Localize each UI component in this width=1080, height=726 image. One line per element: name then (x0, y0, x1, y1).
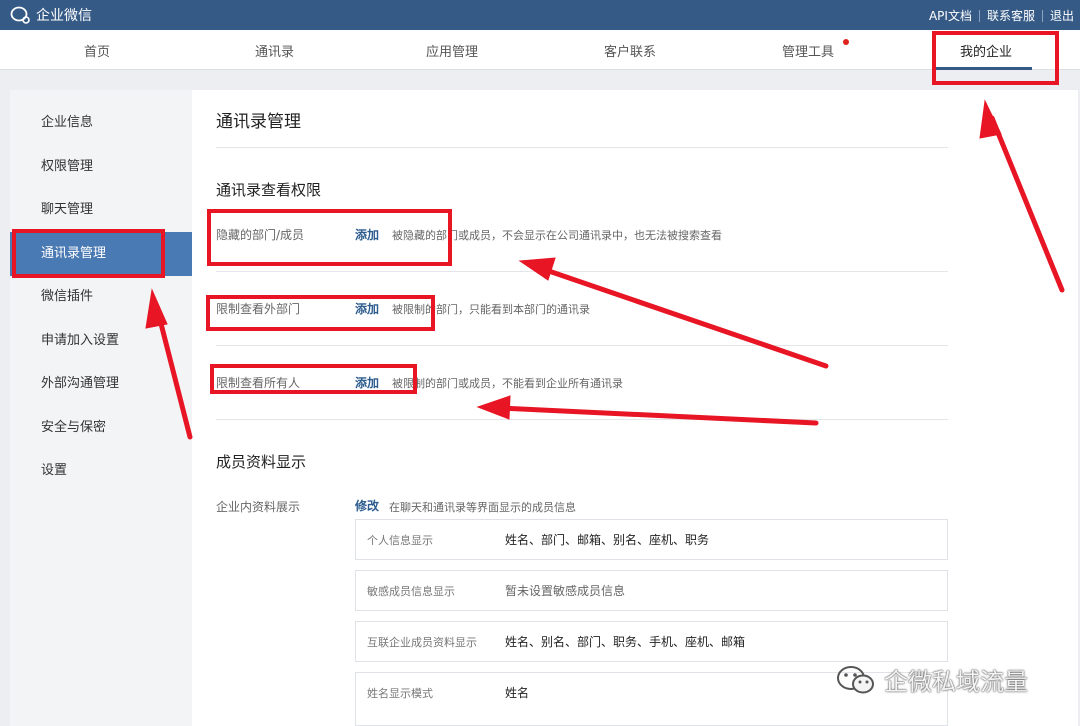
divider (1041, 9, 1043, 22)
top-links: API文档 联系客服 退出 (929, 7, 1074, 24)
sidebar-item-settings[interactable]: 设置 (10, 449, 192, 493)
api-docs-link[interactable]: API文档 (929, 7, 972, 24)
logout-link[interactable]: 退出 (1050, 7, 1074, 24)
nav-home[interactable]: 首页 (84, 41, 110, 60)
divider (216, 147, 948, 148)
section-title-view-permissions: 通讯录查看权限 (216, 181, 322, 199)
row-desc-restrict-all: 被限制的部门或成员，不能看到企业所有通讯录 (392, 377, 623, 390)
annotation-box-my-company (932, 31, 1059, 85)
annotation-box-restrict-all (210, 364, 417, 394)
edit-profile-display-button[interactable]: 修改 (355, 497, 379, 514)
nav-apps[interactable]: 应用管理 (426, 41, 478, 60)
sidebar-item-permissions[interactable]: 权限管理 (10, 145, 192, 189)
info-value: 暂未设置敏感成员信息 (505, 584, 626, 598)
divider (216, 419, 948, 420)
row-desc-internal-profile: 在聊天和通讯录等界面显示的成员信息 (389, 501, 576, 514)
divider (978, 9, 980, 22)
row-label-internal-profile: 企业内资料展示 (216, 500, 301, 514)
info-box-personal-info: 个人信息显示 姓名、部门、邮箱、别名、座机、职务 (355, 519, 948, 560)
info-value: 姓名、别名、部门、职务、手机、座机、邮箱 (505, 635, 746, 649)
divider (216, 345, 948, 346)
sidebar-item-chat-management[interactable]: 聊天管理 (10, 188, 192, 232)
page-title: 通讯录管理 (216, 112, 301, 132)
sidebar-item-join-settings[interactable]: 申请加入设置 (10, 319, 192, 363)
main-nav: 首页 通讯录 应用管理 客户联系 管理工具 我的企业 (0, 30, 1080, 70)
annotation-box-restrict-other-depts (206, 295, 435, 331)
app-title: 企业微信 (36, 8, 92, 24)
top-bar: 企业微信 API文档 联系客服 退出 (0, 0, 1080, 30)
info-box-sensitive-info: 敏感成员信息显示 暂未设置敏感成员信息 (355, 570, 948, 611)
annotation-box-hidden-members (207, 209, 452, 266)
info-key: 个人信息显示 (367, 534, 433, 547)
info-value: 姓名 (505, 686, 530, 700)
wechat-logo-icon (837, 665, 874, 693)
nav-customer-contact[interactable]: 客户联系 (604, 41, 656, 60)
wecom-logo-icon (10, 6, 30, 24)
sidebar-item-company-info[interactable]: 企业信息 (10, 101, 192, 145)
info-key: 敏感成员信息显示 (367, 585, 455, 598)
annotation-box-contacts-management (12, 229, 165, 278)
watermark: 企微私域流量 (836, 662, 1028, 697)
divider (216, 271, 948, 272)
sidebar-item-wechat-plugin[interactable]: 微信插件 (10, 275, 192, 319)
sidebar-item-security[interactable]: 安全与保密 (10, 406, 192, 450)
app-logo[interactable]: 企业微信 (10, 5, 92, 25)
nav-management-tools[interactable]: 管理工具 (782, 41, 834, 60)
info-box-linked-company-info: 互联企业成员资料显示 姓名、别名、部门、职务、手机、座机、邮箱 (355, 621, 948, 662)
info-value: 姓名、部门、邮箱、别名、座机、职务 (505, 533, 710, 547)
sidebar: 企业信息 权限管理 聊天管理 通讯录管理 微信插件 申请加入设置 外部沟通管理 … (10, 90, 192, 726)
contact-support-link[interactable]: 联系客服 (987, 7, 1035, 24)
info-key: 姓名显示模式 (367, 687, 433, 700)
notification-dot (843, 39, 849, 45)
nav-contacts[interactable]: 通讯录 (255, 41, 294, 60)
info-key: 互联企业成员资料显示 (367, 636, 477, 649)
section-title-member-profile: 成员资料显示 (216, 453, 307, 471)
watermark-text: 企微私域流量 (884, 668, 1028, 696)
sidebar-item-external-communication[interactable]: 外部沟通管理 (10, 362, 192, 406)
